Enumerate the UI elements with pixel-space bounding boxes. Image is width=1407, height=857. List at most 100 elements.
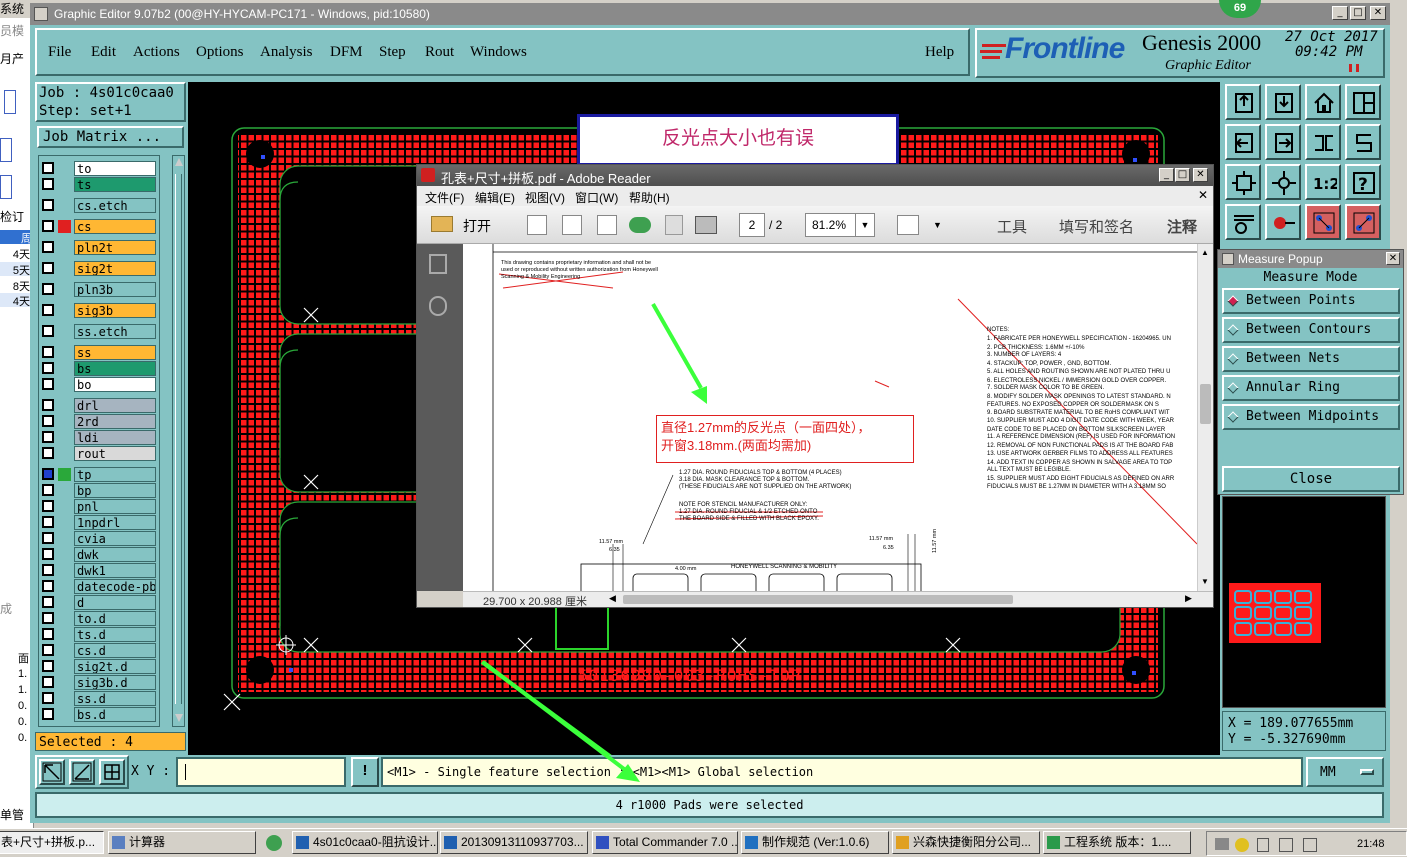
layer-checkbox[interactable] (42, 325, 54, 337)
layer-checkbox[interactable] (42, 500, 54, 512)
layer-color-swatch[interactable] (58, 596, 71, 609)
layer-row[interactable]: d (40, 595, 160, 610)
layer-checkbox[interactable] (42, 447, 54, 459)
layer-scrollbar[interactable] (172, 155, 185, 727)
attachment-icon[interactable] (429, 296, 447, 316)
layer-color-swatch[interactable] (58, 178, 71, 191)
layer-checkbox[interactable] (42, 564, 54, 576)
layer-color-swatch[interactable] (58, 628, 71, 641)
layer-row[interactable]: bs.d (40, 707, 160, 722)
layer-row[interactable]: bo (40, 377, 160, 392)
layer-row[interactable]: datecode-pbc (40, 579, 160, 594)
layer-checkbox[interactable] (42, 596, 54, 608)
move-right-icon[interactable] (1265, 124, 1301, 160)
home-icon[interactable] (1305, 84, 1341, 120)
pdf-vscroll-thumb[interactable] (1200, 384, 1211, 424)
layer-row[interactable]: sig3b.d (40, 675, 160, 690)
cloud-upload-icon[interactable] (629, 217, 651, 233)
adobe-menu-file[interactable]: 文件(F) (425, 189, 464, 206)
layer-row[interactable]: sig2t (40, 261, 160, 276)
fit-screen-icon[interactable] (1225, 164, 1261, 200)
units-select[interactable]: MM (1306, 757, 1384, 787)
folder-open-icon[interactable] (431, 216, 453, 232)
keyboard-icon[interactable] (1215, 838, 1229, 850)
layer-checkbox[interactable] (42, 283, 54, 295)
fill-sign-button[interactable]: 填写和签名 (1059, 216, 1134, 237)
scroll-down-arrow-icon[interactable] (175, 714, 183, 722)
layer-row[interactable]: sig3b (40, 303, 160, 318)
layer-row[interactable]: cs.etch (40, 198, 160, 213)
bg-row[interactable]: 周 (0, 230, 34, 245)
layer-row[interactable]: bp (40, 483, 160, 498)
pages-panel-icon[interactable] (429, 254, 447, 274)
layer-checkbox[interactable] (42, 708, 54, 720)
layer-color-swatch[interactable] (58, 220, 71, 233)
menu-rout[interactable]: Rout (425, 44, 454, 61)
layer-checkbox[interactable] (42, 199, 54, 211)
ratio-icon[interactable]: 1:2 (1305, 164, 1341, 200)
move-left-icon[interactable] (1225, 124, 1261, 160)
layer-checkbox[interactable] (42, 484, 54, 496)
toolbar-more-icon[interactable]: ▼ (933, 220, 942, 230)
layer-row[interactable]: 1npdrl (40, 515, 160, 530)
menu-help[interactable]: Help (925, 44, 954, 61)
task-adobe[interactable]: 表+尺寸+拼板.p... (0, 831, 104, 854)
task-standards[interactable]: 制作规范 (Ver:1.0.6) (741, 831, 889, 854)
device-icon[interactable] (1257, 838, 1269, 852)
pdf-vscroll[interactable]: ▲ ▼ (1197, 244, 1213, 591)
layer-checkbox[interactable] (42, 162, 54, 174)
adobe-menu-window[interactable]: 窗口(W) (575, 189, 618, 206)
layer-row[interactable]: ss (40, 345, 160, 360)
overview-window[interactable] (1222, 496, 1386, 708)
s-curve-icon[interactable] (1345, 124, 1381, 160)
menu-actions[interactable]: Actions (133, 44, 180, 61)
adobe-menu-help[interactable]: 帮助(H) (629, 189, 670, 206)
layer-row[interactable]: to.d (40, 611, 160, 626)
layer-color-swatch[interactable] (58, 516, 71, 529)
option-between-midpoints[interactable]: Between Midpoints (1222, 404, 1400, 430)
job-matrix-button[interactable]: Job Matrix ... (37, 126, 184, 148)
layer-color-swatch[interactable] (58, 692, 71, 705)
net-tool-icon[interactable] (1305, 204, 1341, 240)
measure-close-x[interactable]: ✕ (1386, 252, 1400, 265)
layer-color-swatch[interactable] (58, 304, 71, 317)
layer-color-swatch[interactable] (58, 580, 71, 593)
open-button[interactable]: 打开 (463, 216, 491, 236)
save-icon[interactable] (665, 215, 683, 235)
layer-row[interactable]: pnl (40, 499, 160, 514)
layer-checkbox[interactable] (42, 516, 54, 528)
layer-checkbox[interactable] (42, 362, 54, 374)
layer-row[interactable]: cs (40, 219, 160, 234)
bg-row[interactable]: 4天 (0, 293, 30, 308)
layer-color-swatch[interactable] (58, 676, 71, 689)
menu-dfm[interactable]: DFM (330, 44, 363, 61)
layer-color-swatch[interactable] (58, 162, 71, 175)
snap-point-icon[interactable] (1265, 204, 1301, 240)
menu-options[interactable]: Options (196, 44, 244, 61)
layer-row[interactable]: to (40, 161, 160, 176)
speaker-icon[interactable] (1303, 838, 1317, 852)
layer-color-swatch[interactable] (58, 283, 71, 296)
adobe-maximize[interactable]: □ (1175, 168, 1190, 182)
layer-row[interactable]: dwk (40, 547, 160, 562)
layer-color-swatch[interactable] (58, 612, 71, 625)
layer-checkbox[interactable] (42, 378, 54, 390)
layer-row[interactable]: dwk1 (40, 563, 160, 578)
tools-button[interactable]: 工具 (997, 216, 1027, 237)
network-icon[interactable] (1279, 838, 1293, 852)
menu-edit[interactable]: Edit (91, 44, 116, 61)
layer-color-swatch[interactable] (58, 378, 71, 391)
adobe-close[interactable]: ✕ (1193, 168, 1208, 182)
comment-button[interactable]: 注释 (1167, 216, 1197, 237)
task-calculator[interactable]: 计算器 (108, 831, 256, 854)
security-icon[interactable] (1235, 838, 1249, 852)
layer-checkbox[interactable] (42, 676, 54, 688)
measure-close-button[interactable]: Close (1222, 466, 1400, 492)
select-area-icon[interactable] (69, 759, 95, 785)
layer-row[interactable]: cvia (40, 531, 160, 546)
option-between-nets[interactable]: Between Nets (1222, 346, 1400, 372)
menu-step[interactable]: Step (379, 44, 406, 61)
layer-row[interactable]: pln3b (40, 282, 160, 297)
adobe-menu-view[interactable]: 视图(V) (525, 189, 565, 206)
layer-row[interactable]: ss.etch (40, 324, 160, 339)
